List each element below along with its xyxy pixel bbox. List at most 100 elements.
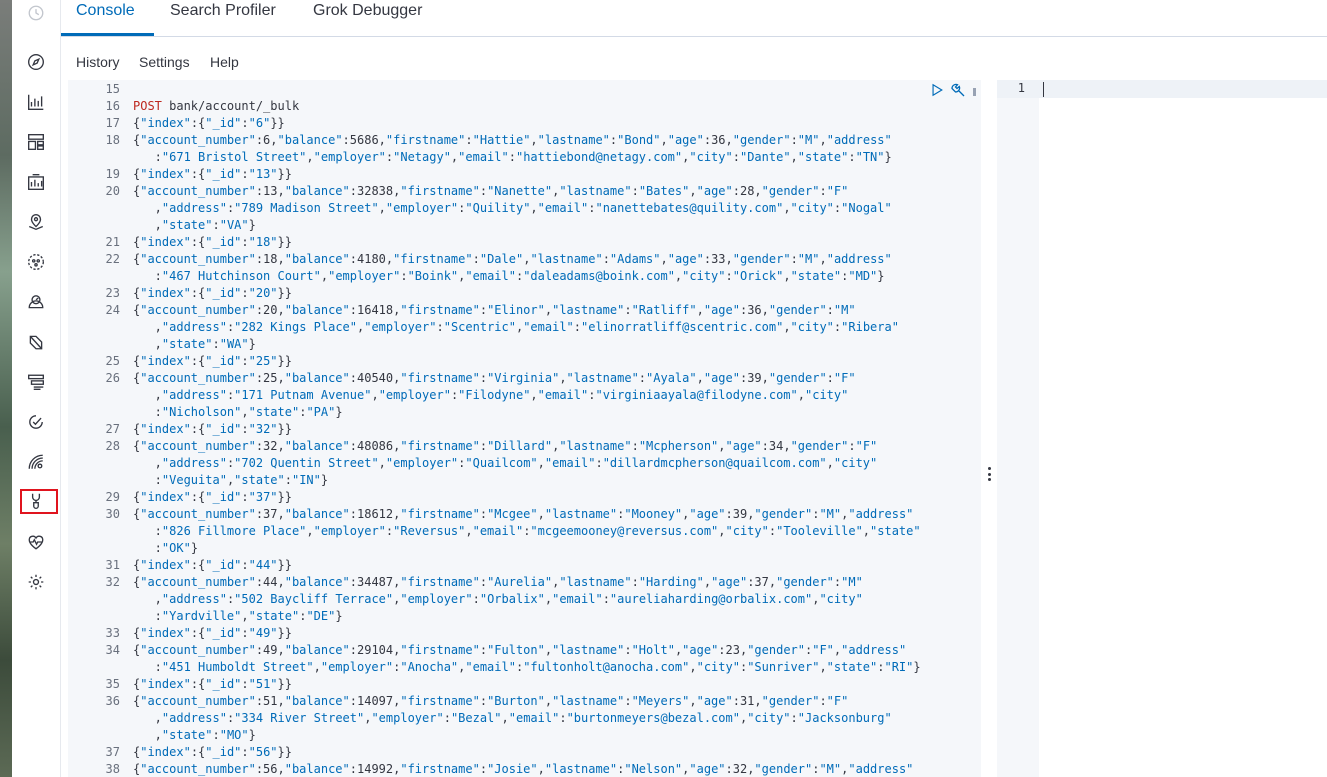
response-pane[interactable]: 1 <box>997 80 1327 777</box>
json-string: "lastname" <box>544 762 618 776</box>
send-request-icon[interactable] <box>930 83 944 97</box>
uptime-icon[interactable] <box>26 412 46 432</box>
code-line[interactable]: ,"address":"702 Quentin Street","employe… <box>133 455 878 472</box>
apm-icon[interactable] <box>26 292 46 312</box>
siem-icon[interactable] <box>26 452 46 472</box>
code-line[interactable]: {"index":{"_id":"18"}} <box>133 234 292 251</box>
json-string: "Sunriver" <box>747 660 820 674</box>
line-number: 33 <box>105 626 120 640</box>
code-line[interactable]: {"index":{"_id":"6"}} <box>133 115 285 132</box>
json-string: "age" <box>689 762 726 776</box>
code-token: , <box>689 694 697 708</box>
dashboard-icon[interactable] <box>26 132 46 152</box>
canvas-icon[interactable] <box>26 172 46 192</box>
json-string: "firstname" <box>400 303 480 317</box>
logs-icon[interactable] <box>26 372 46 392</box>
code-line[interactable]: {"account_number":13,"balance":32838,"fi… <box>133 183 848 200</box>
code-line[interactable]: {"account_number":32,"balance":48086,"fi… <box>133 438 877 455</box>
code-line[interactable]: :"Yardville","state":"DE"} <box>133 608 343 625</box>
ml-icon[interactable] <box>26 252 46 272</box>
code-line[interactable]: :"671 Bristol Street","employer":"Netagy… <box>133 149 892 166</box>
json-string: "_id" <box>205 235 242 249</box>
code-line[interactable]: :"Veguita","state":"IN"} <box>133 472 328 489</box>
code-line[interactable]: ,"address":"789 Madison Street","employe… <box>133 200 892 217</box>
compass-icon[interactable] <box>26 52 46 72</box>
code-line[interactable]: :"Nicholson","state":"PA"} <box>133 404 343 421</box>
json-string: "826 Fillmore Place" <box>161 524 307 538</box>
code-token: : <box>241 490 249 504</box>
code-token: } <box>884 150 892 164</box>
code-line[interactable]: {"index":{"_id":"25"}} <box>133 353 292 370</box>
json-string: "_id" <box>205 677 242 691</box>
tab-console[interactable]: Console <box>76 2 135 20</box>
code-line[interactable]: ,"state":"MO"} <box>133 727 256 744</box>
background-strip <box>0 0 12 777</box>
code-line[interactable]: {"index":{"_id":"49"}} <box>133 625 292 642</box>
console-menu: History Settings Help <box>61 36 1327 80</box>
request-editor[interactable]: 15 16 17 18 19 20 21 22 23 24 25 26 27 28 29 30 31 32 33 34… <box>68 80 981 777</box>
code-token: :56, <box>255 762 285 776</box>
code-line[interactable]: :"OK"} <box>133 540 198 557</box>
code-line[interactable]: :"451 Humboldt Street","employer":"Anoch… <box>133 659 921 676</box>
code-line[interactable]: ,"state":"VA"} <box>133 217 256 234</box>
code-line[interactable]: ,"address":"282 Kings Place","employer":… <box>133 319 899 336</box>
code-line[interactable]: {"index":{"_id":"32"}} <box>133 421 292 438</box>
json-string: "address" <box>161 456 227 470</box>
json-string: "state" <box>248 609 300 623</box>
json-string: "employer" <box>313 150 386 164</box>
json-string: "gender" <box>732 252 791 266</box>
visualize-icon[interactable] <box>26 92 46 112</box>
code-line[interactable]: ,"address":"334 River Street","employer"… <box>133 710 892 727</box>
graph-icon[interactable] <box>26 332 46 352</box>
json-string: "gender" <box>768 303 827 317</box>
json-string: "employer" <box>400 592 473 606</box>
code-line[interactable]: ,"address":"502 Baycliff Terrace","emplo… <box>133 591 863 608</box>
code-line[interactable]: ,"address":"171 Putnam Avenue","employer… <box>133 387 849 404</box>
code-line[interactable]: {"index":{"_id":"13"}} <box>133 166 292 183</box>
json-string: "lastname" <box>552 694 625 708</box>
json-string: "M" <box>833 303 856 317</box>
tab-search-profiler[interactable]: Search Profiler <box>170 2 276 20</box>
code-line[interactable]: {"account_number":25,"balance":40540,"fi… <box>133 370 856 387</box>
code-line[interactable]: ,"state":"WA"} <box>133 336 256 353</box>
code-line[interactable]: {"account_number":18,"balance":4180,"fir… <box>133 251 892 268</box>
code-token: : <box>631 184 639 198</box>
json-string: "fultonholt@anocha.com" <box>523 660 690 674</box>
settings-link[interactable]: Settings <box>139 54 190 70</box>
help-link[interactable]: Help <box>210 54 239 70</box>
code-line[interactable]: {"index":{"_id":"37"}} <box>133 489 292 506</box>
json-string: "account_number" <box>140 371 256 385</box>
management-icon[interactable] <box>26 572 46 592</box>
code-line[interactable]: POST bank/account/_bulk <box>133 98 299 115</box>
code-line[interactable]: {"index":{"_id":"51"}} <box>133 676 292 693</box>
code-token: :44, <box>255 575 285 589</box>
code-line[interactable]: {"account_number":20,"balance":16418,"fi… <box>133 302 856 319</box>
code-line[interactable]: {"account_number":51,"balance":14097,"fi… <box>133 693 848 710</box>
code-line[interactable]: {"index":{"_id":"20"}} <box>133 285 292 302</box>
code-line[interactable]: {"account_number":44,"balance":34487,"fi… <box>133 574 863 591</box>
json-string: "37" <box>248 490 278 504</box>
clock-icon[interactable] <box>26 3 46 23</box>
json-string: "Netagy" <box>393 150 451 164</box>
code-line[interactable]: {"index":{"_id":"56"}} <box>133 744 292 761</box>
code-line[interactable]: {"account_number":37,"balance":18612,"fi… <box>133 506 913 523</box>
code-line[interactable]: {"account_number":6,"balance":5686,"firs… <box>133 132 892 149</box>
history-link[interactable]: History <box>76 54 120 70</box>
code-token: :34487, <box>349 575 401 589</box>
http-method: POST <box>133 99 162 113</box>
editor-code-area[interactable]: POST bank/account/_bulk {"index":{"_id":"… <box>133 80 981 777</box>
code-line[interactable]: :"467 Hutchinson Court","employer":"Boin… <box>133 268 885 285</box>
code-line[interactable]: {"account_number":56,"balance":14992,"fi… <box>133 761 913 777</box>
code-line[interactable]: :"826 Fillmore Place","employer":"Revers… <box>133 523 921 540</box>
resizer-handle-icon[interactable] <box>988 467 991 481</box>
code-line[interactable]: {"account_number":49,"balance":29104,"fi… <box>133 642 906 659</box>
pane-resizer[interactable] <box>981 80 997 777</box>
tab-grok-debugger[interactable]: Grok Debugger <box>313 2 422 20</box>
line-number: 35 <box>105 677 120 691</box>
json-string: "Bates" <box>638 184 690 198</box>
monitoring-icon[interactable] <box>26 532 46 552</box>
maps-icon[interactable] <box>26 212 46 232</box>
wrench-icon[interactable] <box>950 82 966 98</box>
code-line[interactable]: {"index":{"_id":"44"}} <box>133 557 292 574</box>
json-string: "M" <box>819 762 842 776</box>
